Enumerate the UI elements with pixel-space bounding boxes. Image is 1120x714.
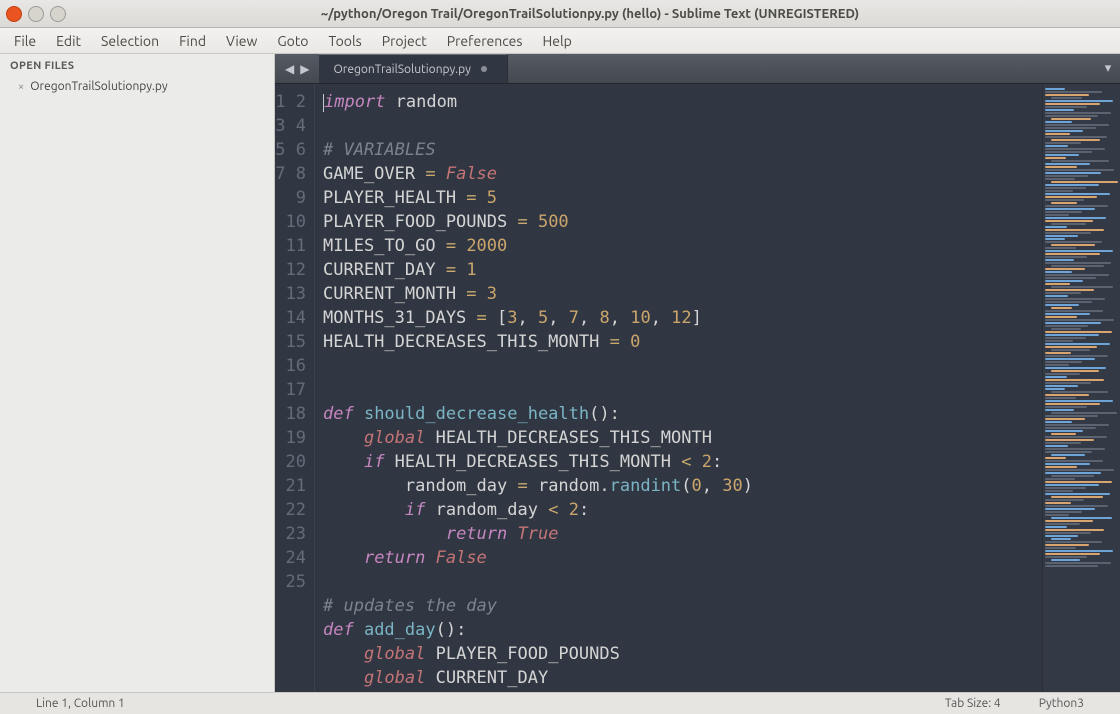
open-files-list: × OregonTrailSolutionpy.py	[0, 78, 274, 95]
window-minimize-button[interactable]	[28, 6, 44, 22]
main-area: OPEN FILES × OregonTrailSolutionpy.py ◀ ▶…	[0, 54, 1120, 692]
menu-bar: FileEditSelectionFindViewGotoToolsProjec…	[0, 28, 1120, 54]
window-close-button[interactable]	[6, 6, 22, 22]
close-file-icon[interactable]: ×	[18, 81, 24, 93]
tab-prev-icon[interactable]: ◀	[285, 62, 294, 76]
tab-dirty-icon	[481, 66, 487, 72]
menu-find[interactable]: Find	[169, 30, 216, 52]
menu-preferences[interactable]: Preferences	[437, 30, 533, 52]
code-editor[interactable]: import random # VARIABLESGAME_OVER = Fal…	[315, 84, 1042, 692]
status-language[interactable]: Python3	[1039, 697, 1084, 710]
menu-edit[interactable]: Edit	[46, 30, 91, 52]
menu-selection[interactable]: Selection	[91, 30, 169, 52]
window-titlebar: ~/python/Oregon Trail/OregonTrailSolutio…	[0, 0, 1120, 28]
status-bar: Line 1, Column 1 Tab Size: 4 Python3	[0, 692, 1120, 714]
open-file-item[interactable]: × OregonTrailSolutionpy.py	[0, 78, 274, 95]
tab-next-icon[interactable]: ▶	[300, 62, 309, 76]
file-tab[interactable]: OregonTrailSolutionpy.py	[319, 54, 507, 83]
tab-bar: ◀ ▶ OregonTrailSolutionpy.py ▾	[275, 54, 1120, 84]
sidebar: OPEN FILES × OregonTrailSolutionpy.py	[0, 54, 275, 692]
menu-file[interactable]: File	[4, 30, 46, 52]
window-maximize-button[interactable]	[50, 6, 66, 22]
code-area[interactable]: 1 2 3 4 5 6 7 8 9 10 11 12 13 14 15 16 1…	[275, 84, 1120, 692]
menu-view[interactable]: View	[216, 30, 267, 52]
window-title: ~/python/Oregon Trail/OregonTrailSolutio…	[66, 7, 1114, 21]
menu-tools[interactable]: Tools	[319, 30, 372, 52]
editor-pane: ◀ ▶ OregonTrailSolutionpy.py ▾ 1 2 3 4 5…	[275, 54, 1120, 692]
tab-label: OregonTrailSolutionpy.py	[333, 63, 470, 76]
open-file-name: OregonTrailSolutionpy.py	[30, 80, 167, 93]
menu-help[interactable]: Help	[532, 30, 581, 52]
line-gutter: 1 2 3 4 5 6 7 8 9 10 11 12 13 14 15 16 1…	[275, 84, 315, 692]
status-cursor-pos[interactable]: Line 1, Column 1	[8, 697, 125, 710]
open-files-header: OPEN FILES	[0, 54, 274, 78]
tab-overflow-icon[interactable]: ▾	[1096, 54, 1120, 83]
window-controls	[6, 6, 66, 22]
status-tab-size[interactable]: Tab Size: 4	[945, 697, 1001, 710]
menu-project[interactable]: Project	[372, 30, 437, 52]
menu-goto[interactable]: Goto	[267, 30, 318, 52]
tab-nav: ◀ ▶	[275, 54, 319, 83]
minimap[interactable]	[1042, 84, 1120, 692]
